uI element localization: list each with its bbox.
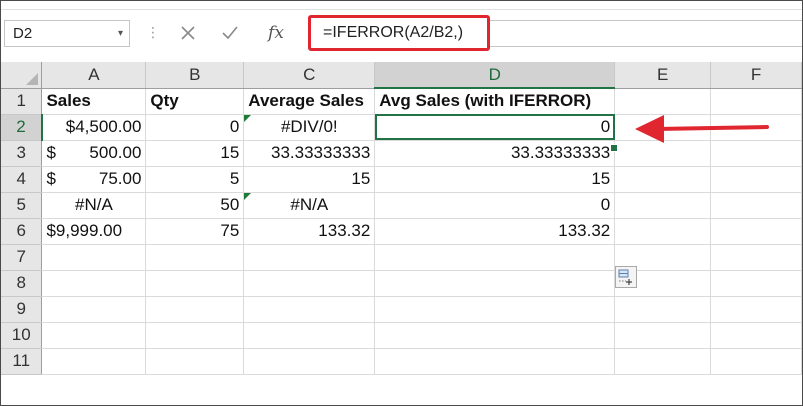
excel-window: D2 ▾ ⋮ fx =IFERROR(A2/B2,) A B C D E F 1… <box>0 0 803 406</box>
annotation-arrow-icon <box>635 115 769 143</box>
